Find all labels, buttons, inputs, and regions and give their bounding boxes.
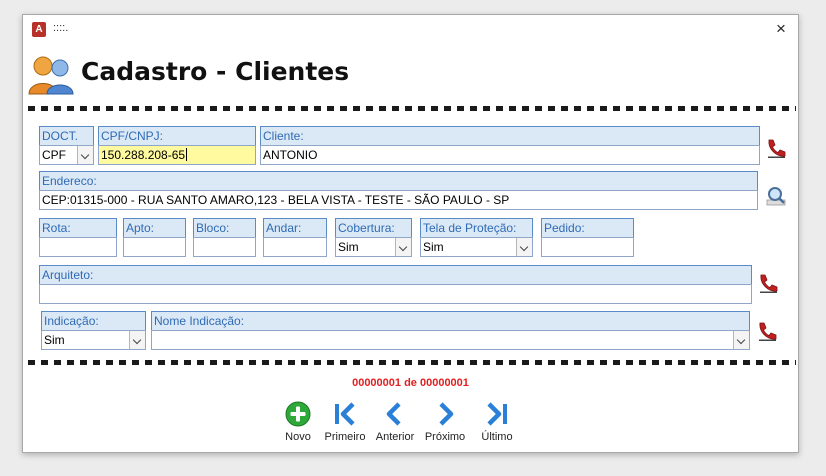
pedido-input[interactable] bbox=[541, 237, 634, 257]
bloco-label: Bloco: bbox=[193, 218, 256, 238]
endereco-value: CEP:01315-000 - RUA SANTO AMARO,123 - BE… bbox=[42, 193, 510, 207]
cpf-cnpj-value: 150.288.208-65 bbox=[101, 148, 186, 162]
nome-indicacao-label: Nome Indicação: bbox=[151, 311, 750, 331]
last-record-button[interactable]: Último bbox=[467, 400, 527, 450]
tela-protecao-label: Tela de Proteção: bbox=[420, 218, 533, 238]
last-record-icon bbox=[487, 402, 507, 426]
users-icon bbox=[28, 56, 74, 95]
access-app-icon: A bbox=[32, 22, 46, 37]
phone-icon[interactable] bbox=[765, 137, 787, 159]
window-title: ::::. bbox=[53, 22, 69, 34]
previous-record-icon bbox=[386, 402, 401, 426]
page-title: Cadastro - Clientes bbox=[81, 57, 350, 86]
title-bar: A ::::. × bbox=[23, 15, 798, 45]
indicacao-select[interactable]: Sim bbox=[41, 330, 146, 350]
apto-input[interactable] bbox=[123, 237, 186, 257]
doct-select[interactable]: CPF bbox=[39, 145, 94, 165]
chevron-down-icon[interactable] bbox=[77, 146, 93, 164]
apto-label: Apto: bbox=[123, 218, 186, 238]
client-form-window: A ::::. × Cadastro - Clientes DOCT. CPF … bbox=[22, 14, 799, 453]
tela-protecao-value: Sim bbox=[423, 240, 444, 254]
indicacao-value: Sim bbox=[44, 333, 65, 347]
rota-input[interactable] bbox=[39, 237, 117, 257]
cobertura-select[interactable]: Sim bbox=[335, 237, 412, 257]
cliente-input[interactable]: ANTONIO bbox=[260, 145, 760, 165]
cpf-cnpj-input[interactable]: 150.288.208-65 bbox=[98, 145, 256, 165]
endereco-input[interactable]: CEP:01315-000 - RUA SANTO AMARO,123 - BE… bbox=[39, 190, 758, 210]
doct-value: CPF bbox=[42, 148, 66, 162]
form-header: Cadastro - Clientes bbox=[23, 49, 798, 105]
arquiteto-label: Arquiteto: bbox=[39, 265, 752, 285]
separator-top bbox=[28, 106, 796, 111]
chevron-down-icon[interactable] bbox=[129, 331, 145, 349]
pedido-label: Pedido: bbox=[541, 218, 634, 238]
plus-circle-icon bbox=[285, 401, 311, 427]
doct-label: DOCT. bbox=[39, 126, 94, 146]
arquiteto-input[interactable] bbox=[39, 284, 752, 304]
bloco-input[interactable] bbox=[193, 237, 256, 257]
endereco-label: Endereco: bbox=[39, 171, 758, 191]
nome-indicacao-select[interactable] bbox=[151, 330, 750, 350]
magnifier-icon[interactable] bbox=[765, 185, 787, 207]
cliente-value: ANTONIO bbox=[263, 148, 318, 162]
cpf-cnpj-label: CPF/CNPJ: bbox=[98, 126, 256, 146]
next-record-label: Próximo bbox=[424, 431, 466, 443]
first-record-icon bbox=[335, 402, 355, 426]
cliente-label: Cliente: bbox=[260, 126, 760, 146]
record-counter: 00000001 de 00000001 bbox=[352, 377, 469, 389]
cobertura-label: Cobertura: bbox=[335, 218, 412, 238]
next-record-icon bbox=[439, 402, 454, 426]
tela-protecao-select[interactable]: Sim bbox=[420, 237, 533, 257]
rota-label: Rota: bbox=[39, 218, 117, 238]
phone-icon[interactable] bbox=[756, 320, 778, 342]
andar-label: Andar: bbox=[263, 218, 327, 238]
chevron-down-icon[interactable] bbox=[516, 238, 532, 256]
andar-input[interactable] bbox=[263, 237, 327, 257]
separator-bottom bbox=[28, 360, 796, 365]
chevron-down-icon[interactable] bbox=[733, 331, 749, 349]
last-record-label: Último bbox=[481, 431, 513, 443]
close-button[interactable]: × bbox=[772, 20, 790, 38]
chevron-down-icon[interactable] bbox=[395, 238, 411, 256]
cobertura-value: Sim bbox=[338, 240, 359, 254]
text-caret bbox=[186, 148, 188, 161]
indicacao-label: Indicação: bbox=[41, 311, 146, 331]
phone-icon[interactable] bbox=[757, 272, 779, 294]
next-record-button[interactable]: Próximo bbox=[415, 400, 475, 450]
